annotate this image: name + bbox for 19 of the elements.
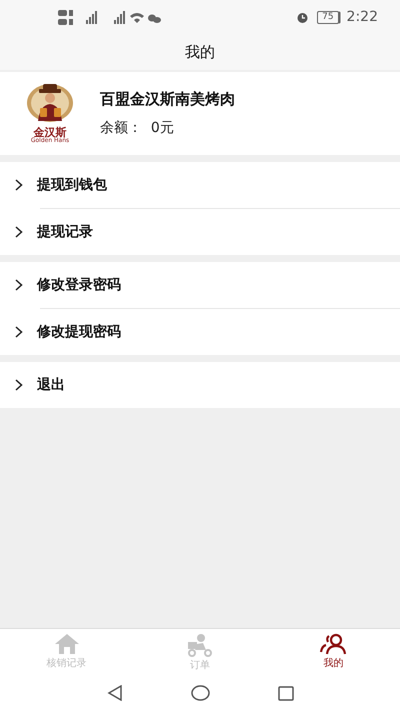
chevron-right-icon (15, 379, 23, 391)
chevron-right-icon (15, 326, 23, 338)
logo-text: 金汉斯 (34, 127, 66, 138)
delivery-rider-icon (186, 633, 214, 657)
chevron-right-icon (15, 226, 23, 238)
home-icon[interactable] (190, 685, 210, 701)
store-name: 百盟金汉斯南美烤肉 (100, 88, 235, 110)
home-icon (54, 633, 80, 655)
tab-bar-item[interactable]: 我的 (266, 629, 400, 675)
battery-indicator: 75 (317, 11, 339, 24)
back-icon[interactable] (106, 685, 122, 701)
clock-time: 2:22 (346, 8, 378, 27)
chevron-right-icon (15, 279, 23, 291)
recent-apps-icon[interactable] (278, 686, 294, 700)
logo-emblem-drawing (26, 83, 74, 123)
chevron-right-icon (15, 179, 23, 191)
page-title: 我的 (185, 42, 215, 64)
balance-text: 余额： 0元 (100, 119, 175, 138)
people-icon (320, 633, 346, 655)
